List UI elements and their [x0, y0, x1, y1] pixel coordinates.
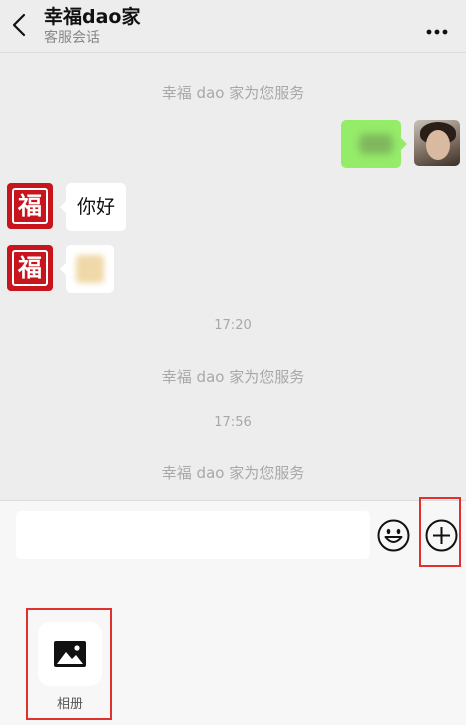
received-message-bubble[interactable] — [60, 245, 114, 293]
chat-subtitle: 客服会话 — [44, 30, 100, 46]
system-message: 幸福 dao 家为您服务 — [161, 464, 305, 482]
back-button[interactable] — [6, 10, 34, 40]
timestamp: 17:20 — [214, 318, 252, 333]
timestamp: 17:56 — [214, 415, 252, 430]
agent-avatar-glyph: 福 — [12, 250, 48, 286]
input-bar — [0, 500, 466, 570]
emoji-icon — [377, 519, 410, 552]
agent-avatar[interactable]: 福 — [7, 245, 53, 291]
agent-avatar[interactable]: 福 — [7, 183, 53, 229]
highlight-box — [26, 608, 112, 720]
message-text: 你好 — [77, 196, 116, 218]
user-avatar[interactable] — [414, 120, 460, 166]
blurred-content — [76, 255, 104, 283]
received-message-bubble[interactable]: 你好 — [60, 183, 127, 231]
system-message: 幸福 dao 家为您服务 — [161, 368, 305, 386]
more-dots-icon — [426, 29, 448, 35]
blurred-content — [359, 134, 393, 154]
chevron-left-icon — [12, 13, 26, 37]
sent-message-bubble[interactable] — [341, 120, 407, 168]
agent-avatar-glyph: 福 — [12, 188, 48, 224]
chat-title: 幸福dao家 — [44, 6, 141, 28]
system-message: 幸福 dao 家为您服务 — [161, 84, 305, 102]
highlight-box — [419, 497, 461, 567]
message-input[interactable] — [16, 511, 370, 559]
emoji-button[interactable] — [377, 519, 410, 552]
more-button[interactable] — [424, 10, 450, 40]
